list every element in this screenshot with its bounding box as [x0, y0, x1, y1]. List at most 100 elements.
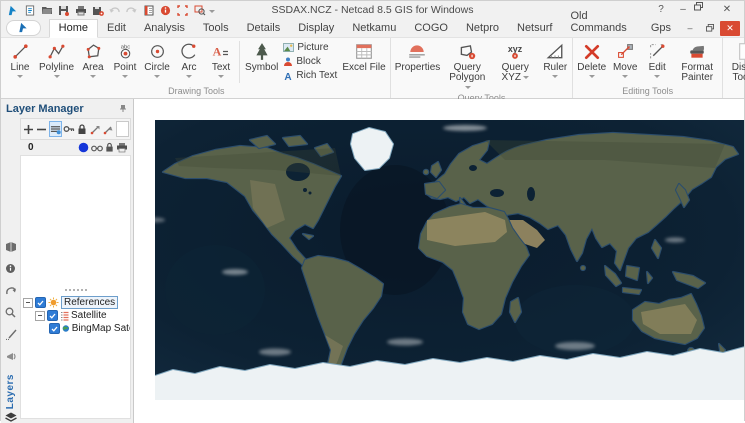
tab-netpro[interactable]: Netpro [457, 20, 508, 37]
tree-row-satellite[interactable]: Satellite [23, 309, 130, 322]
zoom-window-icon[interactable] [192, 3, 207, 17]
edit-caret-icon[interactable] [654, 75, 661, 78]
layer-row[interactable]: 0 [20, 140, 131, 155]
app-menu-button[interactable] [6, 19, 41, 36]
tab-display[interactable]: Display [289, 20, 343, 37]
excel-file-button[interactable]: Excel File [339, 38, 388, 86]
redo-icon[interactable] [124, 3, 139, 17]
delete-caret-icon[interactable] [588, 75, 595, 78]
arc-button[interactable]: Arc [173, 38, 205, 86]
netcad-logo-icon[interactable] [5, 3, 20, 17]
delete-button[interactable]: Delete [574, 38, 609, 86]
close-button[interactable]: ✕ [716, 2, 738, 19]
tab-cogo[interactable]: COGO [405, 20, 457, 37]
layer-list-button[interactable] [48, 121, 62, 137]
info-circle-icon[interactable] [4, 262, 18, 275]
area-caret-icon[interactable] [90, 75, 97, 78]
ruler-caret-icon[interactable] [552, 75, 559, 78]
quick-access-caret-icon[interactable] [209, 9, 215, 13]
collapse-icon[interactable] [23, 297, 33, 308]
tab-netkamu[interactable]: Netkamu [343, 20, 405, 37]
search-icon[interactable] [4, 306, 18, 319]
document-close-button[interactable]: ✕ [720, 20, 740, 36]
visibility-glasses-icon[interactable] [91, 144, 103, 152]
polyline-button[interactable]: Polyline [36, 38, 77, 86]
tab-gps[interactable]: Gps [642, 20, 680, 37]
report-icon[interactable] [141, 3, 156, 17]
key-button[interactable] [63, 121, 75, 137]
announce-icon[interactable] [4, 350, 18, 363]
new-file-icon[interactable] [22, 3, 37, 17]
point-caret-icon[interactable] [122, 75, 129, 78]
line-caret-icon[interactable] [17, 75, 23, 78]
layer-list[interactable]: References Satellite BingMap Sat [20, 155, 131, 419]
symbol-button[interactable]: Symbol [242, 38, 281, 86]
document-restore-button[interactable] [700, 21, 720, 36]
info-icon[interactable] [158, 3, 173, 17]
layer-print-icon[interactable] [116, 142, 128, 153]
ruler-button[interactable]: Ruler [539, 38, 571, 93]
sketch-icon[interactable] [4, 328, 18, 341]
color-swatch[interactable] [115, 121, 130, 137]
print-icon[interactable] [73, 3, 88, 17]
circle-button[interactable]: Circle [141, 38, 173, 86]
delete-icon [584, 40, 600, 63]
save-icon[interactable] [56, 3, 71, 17]
undo-icon[interactable] [107, 3, 122, 17]
lock-button[interactable] [76, 121, 88, 137]
edit-button[interactable]: Edit [641, 38, 673, 86]
tab-edit[interactable]: Edit [98, 20, 135, 37]
zoom-extents-icon[interactable] [175, 3, 190, 17]
tab-tools[interactable]: Tools [194, 20, 238, 37]
tab-netsurf[interactable]: Netsurf [508, 20, 561, 37]
restore-button[interactable] [694, 1, 716, 19]
block-button[interactable]: Block [283, 56, 337, 67]
book-icon[interactable] [4, 240, 18, 253]
tab-analysis[interactable]: Analysis [135, 20, 194, 37]
splitter-grip[interactable] [21, 289, 130, 291]
save-all-icon[interactable] [90, 3, 105, 17]
layer-color-dot[interactable] [78, 142, 89, 153]
ribbon-group-query-tools: Properties Query Polygon xyz Query XYZ R… [391, 38, 574, 103]
query-xyz-button[interactable]: xyz Query XYZ [491, 38, 539, 93]
area-button[interactable]: Area [77, 38, 109, 86]
help-button[interactable]: ? [650, 2, 672, 19]
satellite-checkbox[interactable] [47, 310, 58, 321]
map-canvas[interactable] [134, 99, 744, 423]
point-button[interactable]: abc Point [109, 38, 141, 86]
tree-row-references[interactable]: References [23, 296, 130, 309]
remove-layer-button[interactable] [35, 121, 47, 137]
picture-button[interactable]: Picture [283, 42, 337, 53]
world-map-satellite[interactable] [155, 120, 744, 400]
minimize-button[interactable]: – [672, 2, 694, 19]
pan-icon[interactable] [4, 284, 18, 297]
move-button[interactable]: Move [609, 38, 641, 86]
line-button[interactable]: Line [4, 38, 36, 86]
properties-button[interactable]: Properties [392, 38, 444, 93]
tab-details[interactable]: Details [238, 20, 290, 37]
text-caret-icon[interactable] [218, 75, 225, 78]
polyline-caret-icon[interactable] [53, 75, 60, 78]
pin-icon[interactable] [119, 104, 127, 113]
format-painter-button[interactable]: Format Painter [673, 38, 721, 86]
tab-old-commands[interactable]: Old Commands [561, 8, 641, 37]
tab-home[interactable]: Home [48, 19, 98, 38]
arc-caret-icon[interactable] [186, 75, 193, 78]
move-caret-icon[interactable] [622, 75, 629, 78]
references-checkbox[interactable] [35, 297, 46, 308]
raise-layer-button[interactable] [89, 121, 101, 137]
document-minimize-button[interactable]: – [680, 21, 700, 36]
circle-caret-icon[interactable] [154, 75, 161, 78]
open-file-icon[interactable] [39, 3, 54, 17]
display-tools-button[interactable]: Display Tools [724, 38, 745, 86]
add-layer-button[interactable] [22, 121, 34, 137]
lower-layer-button[interactable] [102, 121, 114, 137]
layer-lock-icon[interactable] [105, 142, 114, 153]
query-polygon-button[interactable]: Query Polygon [443, 38, 491, 93]
rich-text-button[interactable]: A Rich Text [283, 70, 338, 81]
tree-row-bingmap[interactable]: BingMap Satellite I [23, 322, 130, 335]
collapse-icon[interactable] [35, 310, 45, 321]
layers-side-tab[interactable]: Layers [4, 374, 17, 423]
text-button[interactable]: A Text [205, 38, 237, 86]
bingmap-checkbox[interactable] [49, 323, 60, 334]
